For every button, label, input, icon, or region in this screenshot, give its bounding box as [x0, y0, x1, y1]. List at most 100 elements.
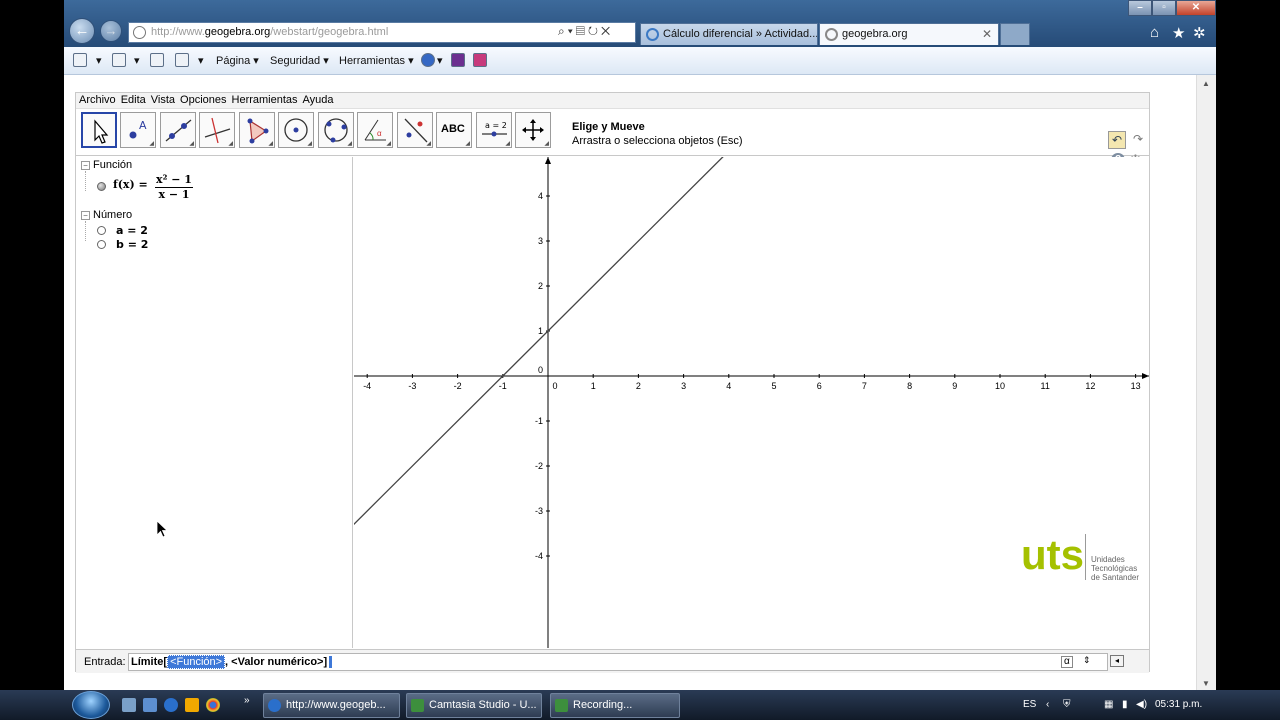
menu-herramientas[interactable]: Herramientas	[229, 93, 300, 106]
tab-close-icon[interactable]: ✕	[982, 27, 992, 41]
settings-gear-icon[interactable]: ✲	[1193, 24, 1206, 42]
input-field[interactable]: Límite[<Función>, <Valor numérico>]	[128, 653, 1108, 671]
collapse-toggle-icon[interactable]: −	[81, 211, 90, 220]
menu-archivo[interactable]: Archivo	[76, 93, 118, 106]
chrome-icon[interactable]	[206, 698, 220, 712]
menu-vista[interactable]: Vista	[148, 93, 177, 106]
left-black-border	[0, 0, 64, 690]
help-icon[interactable]	[421, 53, 435, 67]
collapse-toggle-icon[interactable]: −	[81, 161, 90, 170]
alpha-symbol-button[interactable]: α	[1061, 656, 1073, 668]
tray-expand-icon[interactable]: ‹	[1046, 699, 1049, 710]
menu-opciones[interactable]: Opciones	[177, 93, 228, 106]
visibility-toggle-b[interactable]	[97, 240, 106, 249]
dropdown-icon[interactable]: ▾	[96, 54, 102, 67]
taskbar-recording-button[interactable]: Recording...	[550, 693, 680, 718]
tool-description: Arrastra o selecciona objetos (Esc)	[572, 135, 743, 147]
point-tool-button[interactable]: A ◢	[120, 112, 156, 148]
function-fraction: x² − 1 x − 1	[155, 173, 193, 201]
back-arrow-icon[interactable]: ←	[69, 18, 95, 44]
rss-icon[interactable]	[112, 53, 126, 67]
tools-menu[interactable]: Herramientas ▾	[339, 54, 414, 67]
y-tick-label: -2	[535, 461, 543, 471]
switch-windows-icon[interactable]	[143, 698, 157, 712]
x-tick-label: 5	[771, 381, 776, 391]
print-icon[interactable]	[175, 53, 189, 67]
geogebra-toolbar: A ◢ ◢ ◢ ◢ ◢ ◢ α ◢ ◢ ABC ◢ a = 2 ◢ ◢ Elig…	[76, 110, 1149, 167]
mail-icon[interactable]	[150, 53, 164, 67]
minimize-button[interactable]: –	[1128, 0, 1152, 16]
geogebra-menubar: Archivo Edita Vista Opciones Herramientas Ayu…	[76, 93, 1149, 109]
polygon-tool-button[interactable]: ◢	[239, 112, 275, 148]
scroll-down-icon[interactable]: ▼	[1202, 679, 1210, 688]
dropdown-icon[interactable]: ▾	[134, 54, 140, 67]
home-feeds-icon[interactable]	[73, 53, 87, 67]
security-menu[interactable]: Seguridad ▾	[270, 54, 329, 67]
tool-title: Elige y Mueve	[572, 121, 645, 133]
text-tool-button[interactable]: ABC ◢	[436, 112, 472, 148]
command-bar: ▾ ▾ ▾ Página ▾ Seguridad ▾ Herramientas …	[64, 47, 1216, 75]
taskbar: » http://www.geogeb... Camtasia Studio -…	[0, 690, 1280, 720]
line-tool-button[interactable]: ◢	[160, 112, 196, 148]
uts-line2: Tecnológicas	[1091, 564, 1138, 573]
tab-geogebra[interactable]: geogebra.org ✕	[819, 23, 999, 45]
y-axis-arrow	[545, 157, 551, 164]
onenote-link-icon[interactable]	[473, 53, 487, 67]
move-tool-button[interactable]	[81, 112, 117, 148]
network-icon[interactable]: ▦	[1104, 699, 1113, 710]
page-menu[interactable]: Página ▾	[216, 54, 259, 67]
power-icon[interactable]: ▮	[1122, 699, 1128, 710]
y-tick-label: 0	[538, 365, 543, 375]
page-scrollbar[interactable]: ▲ ▼	[1196, 75, 1216, 690]
address-tools-icon[interactable]: ⌕▾▤↻✕	[558, 24, 613, 39]
history-spinner-icon[interactable]: ⇕	[1083, 655, 1091, 666]
close-window-button[interactable]: ✕	[1176, 0, 1216, 16]
overflow-chevron-icon[interactable]: »	[244, 695, 250, 706]
input-help-icon[interactable]: ◂	[1110, 655, 1124, 667]
favorites-star-icon[interactable]: ★	[1172, 24, 1185, 42]
algebra-view: − Función f(x) = x² − 1 x − 1 − Número a…	[76, 157, 353, 648]
taskbar-ie-button[interactable]: http://www.geogeb...	[263, 693, 400, 718]
start-button[interactable]	[72, 691, 110, 719]
show-desktop-icon[interactable]	[122, 698, 136, 712]
taskbar-camtasia-button[interactable]: Camtasia Studio - U...	[406, 693, 542, 718]
circle-tool-button[interactable]: ◢	[278, 112, 314, 148]
undo-icon[interactable]: ↶	[1108, 131, 1126, 149]
menu-edita[interactable]: Edita	[118, 93, 148, 106]
dropdown-icon[interactable]: ▾	[437, 54, 443, 67]
variable-a: a = 2	[116, 224, 148, 237]
clock[interactable]: 05:31 p.m.	[1155, 699, 1202, 710]
reflect-tool-button[interactable]: ◢	[397, 112, 433, 148]
graphics-view[interactable]: -4-3-2-1012345678910111213654321-1-2-3-4…	[354, 157, 1149, 648]
volume-icon[interactable]: ◀)	[1136, 699, 1147, 710]
circle-three-points-tool-button[interactable]: ◢	[318, 112, 354, 148]
scroll-up-icon[interactable]: ▲	[1202, 79, 1210, 88]
visibility-toggle-a[interactable]	[97, 226, 106, 235]
redo-icon[interactable]: ↷	[1129, 131, 1147, 149]
forward-arrow-icon[interactable]: →	[100, 20, 122, 42]
x-tick-label: -3	[408, 381, 416, 391]
perpendicular-tool-button[interactable]: ◢	[199, 112, 235, 148]
language-indicator[interactable]: ES	[1023, 699, 1036, 710]
input-arg-funcion: <Función>	[167, 655, 226, 669]
x-tick-label: 10	[995, 381, 1005, 391]
uts-brand: uts	[1021, 531, 1084, 578]
new-tab-button[interactable]	[1000, 23, 1030, 45]
angle-tool-button[interactable]: α ◢	[357, 112, 393, 148]
y-tick-label: -4	[535, 551, 543, 561]
onenote-icon[interactable]	[451, 53, 465, 67]
visibility-toggle-f[interactable]	[97, 182, 106, 191]
home-icon[interactable]: ⌂	[1150, 24, 1159, 41]
internet-explorer-icon[interactable]	[164, 698, 178, 712]
x-tick-label: 0	[552, 381, 557, 391]
tab-calculo[interactable]: Cálculo diferencial » Actividad...	[640, 23, 818, 45]
dropdown-icon[interactable]: ▾	[198, 54, 204, 67]
y-tick-label: -1	[535, 416, 543, 426]
menu-ayuda[interactable]: Ayuda	[300, 93, 336, 106]
slider-tool-button[interactable]: a = 2 ◢	[476, 112, 512, 148]
maximize-button[interactable]: ▫	[1152, 0, 1176, 16]
move-view-tool-button[interactable]: ◢	[515, 112, 551, 148]
antivirus-shield-icon[interactable]: ⛨	[1063, 699, 1071, 710]
x-tick-label: 8	[907, 381, 912, 391]
media-player-icon[interactable]	[185, 698, 199, 712]
